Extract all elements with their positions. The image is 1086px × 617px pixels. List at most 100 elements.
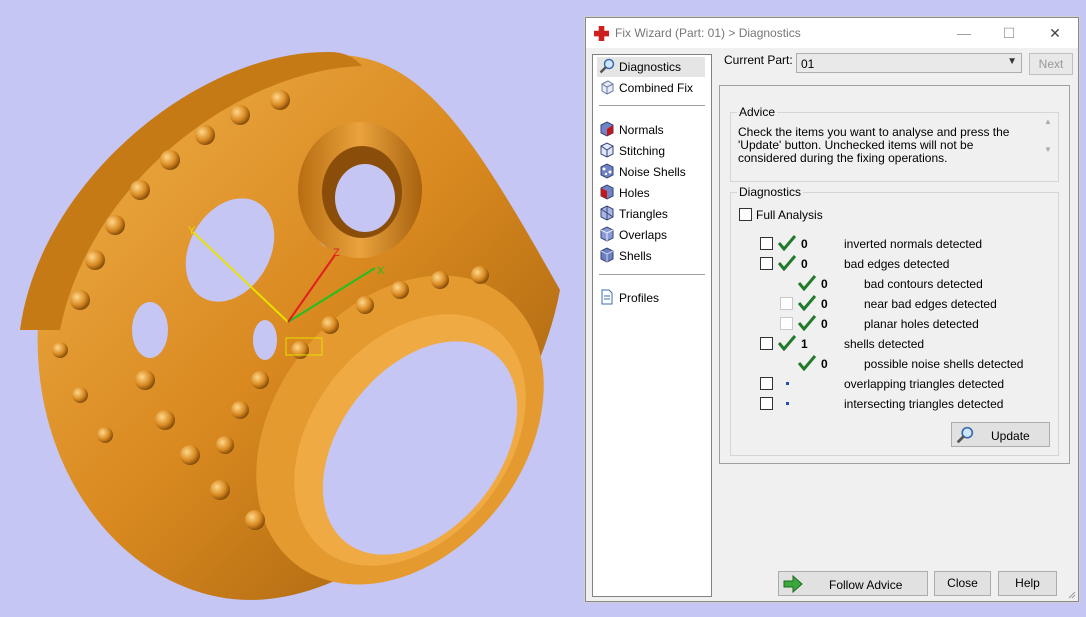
sidebar-item-label: Stitching bbox=[619, 144, 666, 158]
green-check-icon bbox=[778, 235, 796, 251]
scroll-up-icon[interactable]: ▲ bbox=[1044, 117, 1052, 126]
diagnostic-label: bad edges detected bbox=[844, 257, 950, 271]
full-analysis-label: Full Analysis bbox=[756, 208, 823, 222]
current-part-select[interactable]: 01 ▼ bbox=[796, 53, 1022, 73]
title-bar[interactable]: Fix Wizard (Part: 01) > Diagnostics — ☐ … bbox=[586, 18, 1078, 48]
sidebar-item-label: Combined Fix bbox=[619, 81, 694, 95]
sidebar-item-shells[interactable]: Shells bbox=[597, 246, 705, 266]
stitching-cube-icon bbox=[600, 142, 614, 158]
sidebar-item-label: Noise Shells bbox=[619, 165, 686, 179]
advice-scrollbar[interactable]: ▲ ▼ bbox=[1042, 115, 1056, 158]
3d-viewport[interactable]: X Y Z bbox=[0, 0, 586, 617]
sidebar-item-label: Profiles bbox=[619, 291, 660, 305]
help-button[interactable]: Help bbox=[998, 571, 1057, 596]
diagnostics-title: Diagnostics bbox=[737, 185, 804, 199]
near-bad-edges-checkbox[interactable] bbox=[780, 297, 793, 310]
sidebar-item-triangles[interactable]: Triangles bbox=[597, 204, 705, 224]
axis-y-label: Y bbox=[188, 225, 196, 237]
diagnostic-count: 0 bbox=[801, 257, 808, 271]
green-arrow-icon bbox=[783, 575, 803, 593]
scroll-down-icon[interactable]: ▼ bbox=[1044, 145, 1052, 154]
magnifier-icon bbox=[956, 426, 974, 444]
green-check-icon bbox=[778, 335, 796, 351]
green-check-icon bbox=[798, 315, 816, 331]
diagnostic-label: near bad edges detected bbox=[864, 297, 997, 311]
diagnostic-count: 0 bbox=[821, 357, 828, 371]
advice-text: Check the items you want to analyse and … bbox=[738, 125, 1010, 165]
diagnostics-group: Diagnostics Full Analysis 0 inverted nor… bbox=[730, 185, 1059, 456]
maximize-button[interactable]: ☐ bbox=[986, 18, 1032, 48]
sidebar-divider bbox=[599, 105, 705, 106]
sidebar-item-label: Normals bbox=[619, 123, 664, 137]
green-check-icon bbox=[798, 355, 816, 371]
diagnostics-panel: Advice Check the items you want to analy… bbox=[719, 85, 1070, 464]
profiles-document-icon bbox=[601, 289, 613, 305]
diagnostic-label: possible noise shells detected bbox=[864, 357, 1024, 371]
follow-advice-button[interactable]: Follow Advice bbox=[778, 571, 928, 596]
sidebar-item-label: Shells bbox=[619, 249, 652, 263]
diagnostic-count: 1 bbox=[801, 337, 808, 351]
bad-edges-checkbox[interactable] bbox=[760, 257, 773, 270]
shells-checkbox[interactable] bbox=[760, 337, 773, 350]
planar-holes-checkbox[interactable] bbox=[780, 317, 793, 330]
sidebar-item-noise-shells[interactable]: Noise Shells bbox=[597, 162, 705, 182]
minimize-button[interactable]: — bbox=[941, 18, 987, 48]
resize-grip-icon[interactable] bbox=[1066, 589, 1076, 599]
diagnostic-label: inverted normals detected bbox=[844, 237, 983, 251]
sidebar-item-label: Diagnostics bbox=[619, 60, 682, 74]
holes-cube-icon bbox=[600, 184, 614, 200]
sidebar-item-label: Holes bbox=[619, 186, 650, 200]
sidebar-item-stitching[interactable]: Stitching bbox=[597, 141, 705, 161]
green-check-icon bbox=[798, 275, 816, 291]
overlaps-cube-icon bbox=[600, 226, 614, 242]
diagnostic-count: 0 bbox=[821, 297, 828, 311]
diagnostic-count: 0 bbox=[821, 277, 828, 291]
fix-wizard-dialog: Fix Wizard (Part: 01) > Diagnostics — ☐ … bbox=[585, 17, 1079, 602]
sidebar-item-combined-fix[interactable]: Combined Fix bbox=[597, 78, 705, 98]
diagnostic-count: 0 bbox=[821, 317, 828, 331]
sidebar-item-diagnostics[interactable]: Diagnostics bbox=[597, 57, 705, 77]
fix-wizard-sidebar: Diagnostics Combined Fix Normals Stitchi… bbox=[592, 54, 712, 597]
ring-model-render: X Y Z bbox=[20, 51, 561, 600]
chevron-down-icon: ▼ bbox=[1007, 56, 1017, 67]
sidebar-item-profiles[interactable]: Profiles bbox=[597, 288, 705, 308]
current-part-value: 01 bbox=[801, 57, 815, 71]
magnifier-icon bbox=[599, 58, 615, 74]
green-check-icon bbox=[798, 295, 816, 311]
combined-fix-icon bbox=[601, 80, 614, 95]
diagnostic-label: shells detected bbox=[844, 337, 925, 351]
window-title: Fix Wizard (Part: 01) > Diagnostics bbox=[615, 26, 801, 40]
diagnostic-label: bad contours detected bbox=[864, 277, 983, 291]
diagnostic-label: overlapping triangles detected bbox=[844, 377, 1005, 391]
axis-z-label: Z bbox=[333, 247, 340, 259]
intersecting-triangles-checkbox[interactable] bbox=[760, 397, 773, 410]
close-button[interactable]: Close bbox=[934, 571, 991, 596]
triangles-cube-icon bbox=[600, 205, 614, 221]
close-window-button[interactable]: ✕ bbox=[1032, 18, 1078, 48]
sidebar-divider bbox=[599, 274, 705, 275]
not-run-indicator-icon bbox=[786, 402, 789, 405]
axis-x-label: X bbox=[377, 265, 385, 277]
next-button[interactable]: Next bbox=[1029, 53, 1073, 75]
follow-advice-label: Follow Advice bbox=[829, 578, 903, 592]
diagnostic-count: 0 bbox=[801, 237, 808, 251]
sidebar-item-overlaps[interactable]: Overlaps bbox=[597, 225, 705, 245]
diagnostic-label: intersecting triangles detected bbox=[844, 397, 1004, 411]
inverted-normals-checkbox[interactable] bbox=[760, 237, 773, 250]
advice-title: Advice bbox=[737, 105, 778, 119]
sidebar-item-label: Overlaps bbox=[619, 228, 668, 242]
shells-cube-icon bbox=[600, 247, 614, 263]
full-analysis-checkbox[interactable] bbox=[739, 208, 752, 221]
not-run-indicator-icon bbox=[786, 382, 789, 385]
sidebar-item-label: Triangles bbox=[619, 207, 668, 221]
advice-group: Advice Check the items you want to analy… bbox=[730, 105, 1059, 182]
overlapping-triangles-checkbox[interactable] bbox=[760, 377, 773, 390]
update-label: Update bbox=[991, 429, 1030, 443]
green-check-icon bbox=[778, 255, 796, 271]
update-button[interactable]: Update bbox=[951, 422, 1050, 447]
normals-cube-icon bbox=[600, 121, 614, 137]
noise-shells-icon bbox=[600, 163, 614, 179]
sidebar-item-holes[interactable]: Holes bbox=[597, 183, 705, 203]
current-part-label: Current Part: bbox=[724, 53, 793, 67]
sidebar-item-normals[interactable]: Normals bbox=[597, 120, 705, 140]
